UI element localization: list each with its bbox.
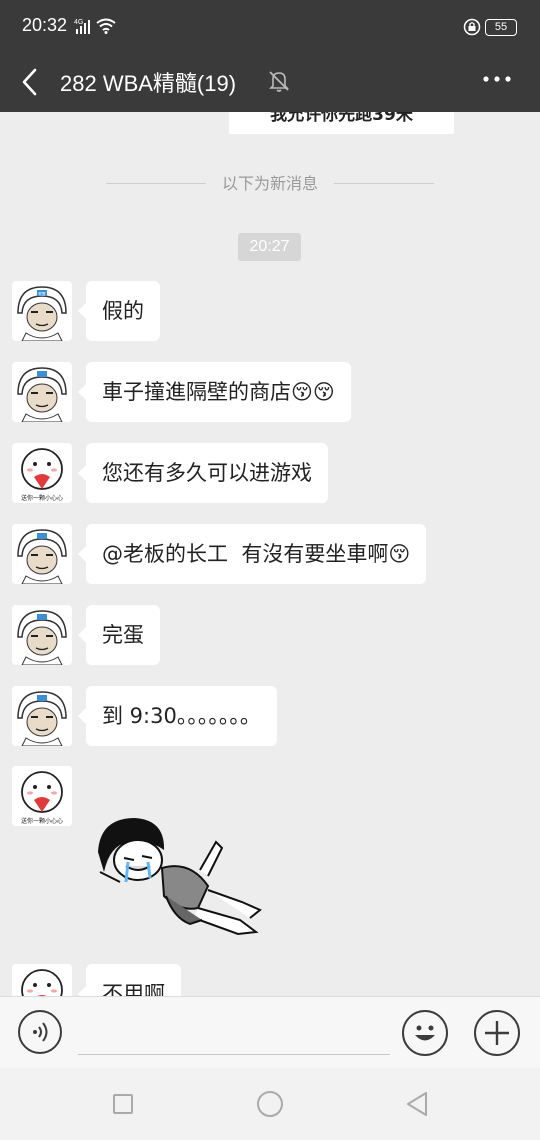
heart-blob-avatar[interactable]	[12, 964, 72, 996]
smiley-icon	[415, 1025, 435, 1041]
rotation-lock-icon	[463, 18, 481, 36]
more-options-icon[interactable]	[482, 74, 512, 84]
message-bubble[interactable]: 您还有多久可以进游戏	[78, 443, 328, 503]
chat-title: 282 WBA精髓(19)	[60, 71, 237, 96]
message-text: 您还有多久可以进游戏	[102, 461, 312, 485]
helmet-man-avatar[interactable]	[12, 686, 72, 746]
status-time: 20:32	[22, 15, 68, 35]
helmet-man-avatar[interactable]	[12, 524, 72, 584]
recent-apps-square-icon[interactable]	[113, 1094, 133, 1114]
svg-text:送你一颗小心心: 送你一颗小心心	[21, 494, 63, 502]
heart-blob-avatar[interactable]: 送你一颗小心心	[12, 443, 72, 503]
message-bubble[interactable]: 假的	[78, 281, 160, 341]
message-input-bar	[0, 996, 540, 1069]
message-bubble[interactable]: 車子撞進隔壁的商店😚😚	[78, 362, 351, 422]
status-bar: 20:32 4G 55	[0, 0, 540, 52]
voice-icon	[33, 1022, 48, 1042]
message-text: 假的	[102, 299, 144, 323]
message-bubble[interactable]: @老板的长工 有沒有要坐車啊😚	[77, 524, 427, 584]
svg-text:送你一颗小心心: 送你一颗小心心	[21, 817, 63, 825]
heart-blob-avatar[interactable]: 送你一颗小心心	[12, 766, 72, 826]
chat-message-list[interactable]: 我允许你先跑39米 以下为新消息 20:27 联盟 假的 車子撞進隔壁的商店😚😚…	[0, 112, 540, 996]
new-messages-divider: 以下为新消息	[106, 172, 434, 196]
back-triangle-icon[interactable]	[404, 1090, 430, 1118]
mute-bell-icon	[269, 71, 289, 92]
more-functions-button[interactable]	[474, 1010, 520, 1056]
wifi-icon	[96, 18, 116, 34]
emoji-button[interactable]	[402, 1010, 448, 1056]
new-messages-label: 以下为新消息	[221, 174, 318, 193]
helmet-man-avatar[interactable]	[12, 362, 72, 422]
home-circle-icon[interactable]	[257, 1091, 283, 1117]
message-bubble[interactable]: 不用啊	[78, 964, 181, 996]
message-text: 完蛋	[102, 623, 144, 647]
cellular-signal-icon: 4G	[74, 19, 90, 34]
message-bubble[interactable]: 到 9:30。。。。。。。	[78, 686, 277, 746]
system-navigation-bar	[0, 1068, 540, 1140]
message-timestamp: 20:27	[238, 233, 301, 261]
message-text: 車子撞進隔壁的商店	[102, 380, 291, 404]
back-arrow-icon[interactable]	[18, 66, 42, 98]
plus-icon	[485, 1021, 509, 1045]
kissing-face-emoji: 😚😚	[291, 380, 335, 404]
message-bubble[interactable]: 完蛋	[78, 605, 160, 665]
svg-text:4G: 4G	[74, 19, 83, 26]
crying-lying-man-sticker[interactable]	[90, 812, 270, 942]
message-text: @老板的长工 有沒有要坐車啊	[102, 542, 389, 566]
helmet-man-avatar[interactable]: 联盟	[12, 281, 72, 341]
message-text-field[interactable]	[78, 1054, 390, 1055]
previous-image-caption: 我允许你先跑39米	[270, 112, 413, 125]
battery-indicator: 55	[485, 19, 517, 36]
svg-text:联盟: 联盟	[39, 291, 46, 296]
message-text: 到 9:30。。。。。。。	[102, 704, 261, 728]
previous-image-message[interactable]: 我允许你先跑39米	[229, 112, 454, 134]
kissing-face-emoji: 😚	[388, 542, 411, 566]
chat-header: 282 WBA精髓(19)	[0, 52, 540, 112]
voice-input-button[interactable]	[18, 1010, 62, 1054]
helmet-man-avatar[interactable]	[12, 605, 72, 665]
message-text: 不用啊	[102, 982, 165, 996]
